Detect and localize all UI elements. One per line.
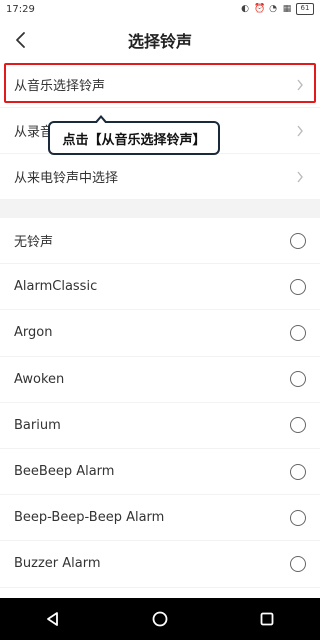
ringtone-label: BeeBeep Alarm <box>14 464 115 480</box>
radio-button[interactable] <box>290 417 306 434</box>
ringtone-row[interactable]: Beep-Beep-Beep Alarm <box>0 495 320 542</box>
chevron-right-icon <box>294 171 306 183</box>
back-button[interactable] <box>10 29 32 51</box>
ringtone-label: AlarmClassic <box>14 279 98 295</box>
signal-icon: ▦ <box>282 4 292 14</box>
square-recents-icon <box>260 612 274 626</box>
recents-nav-button[interactable] <box>254 606 280 632</box>
radio-button[interactable] <box>290 232 306 249</box>
back-nav-button[interactable] <box>40 606 66 632</box>
wifi-icon: ◔ <box>269 4 277 14</box>
ringtone-row[interactable]: BeeBeep Alarm <box>0 449 320 496</box>
radio-button[interactable] <box>290 371 306 388</box>
moon-icon: ◐ <box>241 4 249 14</box>
title-bar: 选择铃声 <box>0 18 320 62</box>
ringtone-list: 无铃声 AlarmClassic Argon Awoken Barium Bee… <box>0 218 320 588</box>
radio-button[interactable] <box>290 324 306 341</box>
radio-button[interactable] <box>290 463 306 480</box>
radio-button[interactable] <box>290 509 306 526</box>
system-nav-bar <box>0 598 320 640</box>
radio-button[interactable] <box>290 555 306 572</box>
menu-item-label: 从来电铃声中选择 <box>14 171 119 186</box>
ringtone-row-none[interactable]: 无铃声 <box>0 218 320 265</box>
ringtone-row[interactable]: AlarmClassic <box>0 264 320 311</box>
ringtone-row[interactable]: Argon <box>0 310 320 357</box>
alarm-icon: ⏰ <box>254 4 266 14</box>
chevron-right-icon <box>294 79 306 91</box>
ringtone-label: Barium <box>14 417 61 433</box>
radio-button[interactable] <box>290 278 306 295</box>
menu-item-from-music[interactable]: 从音乐选择铃声 <box>0 62 320 108</box>
triangle-back-icon <box>47 612 59 626</box>
chevron-right-icon <box>294 125 306 137</box>
ringtone-label: Beep-Beep-Beep Alarm <box>14 510 165 526</box>
menu-item-from-call-ringtones[interactable]: 从来电铃声中选择 <box>0 154 320 200</box>
instruction-tooltip: 点击【从音乐选择铃声】 <box>48 115 220 155</box>
ringtone-row[interactable]: Awoken <box>0 357 320 403</box>
ringtone-label: Awoken <box>14 371 65 387</box>
status-bar: 17:29 ◐ ⏰ ◔ ▦ 61 <box>0 0 320 18</box>
ringtone-row[interactable]: Barium <box>0 403 320 449</box>
ringtone-label: Buzzer Alarm <box>14 556 101 572</box>
circle-home-icon <box>152 611 168 627</box>
ringtone-label: Argon <box>14 325 53 341</box>
ringtone-row[interactable]: Buzzer Alarm <box>0 541 320 588</box>
battery-icon: 61 <box>296 3 314 15</box>
status-time: 17:29 <box>6 3 35 15</box>
back-arrow-icon <box>16 32 25 48</box>
status-icons: ◐ ⏰ ◔ ▦ 61 <box>240 3 314 15</box>
section-divider <box>0 200 320 218</box>
menu-item-label: 从音乐选择铃声 <box>14 79 106 94</box>
page-title: 选择铃声 <box>127 32 192 51</box>
home-nav-button[interactable] <box>147 606 173 632</box>
ringtone-label: 无铃声 <box>14 235 54 251</box>
